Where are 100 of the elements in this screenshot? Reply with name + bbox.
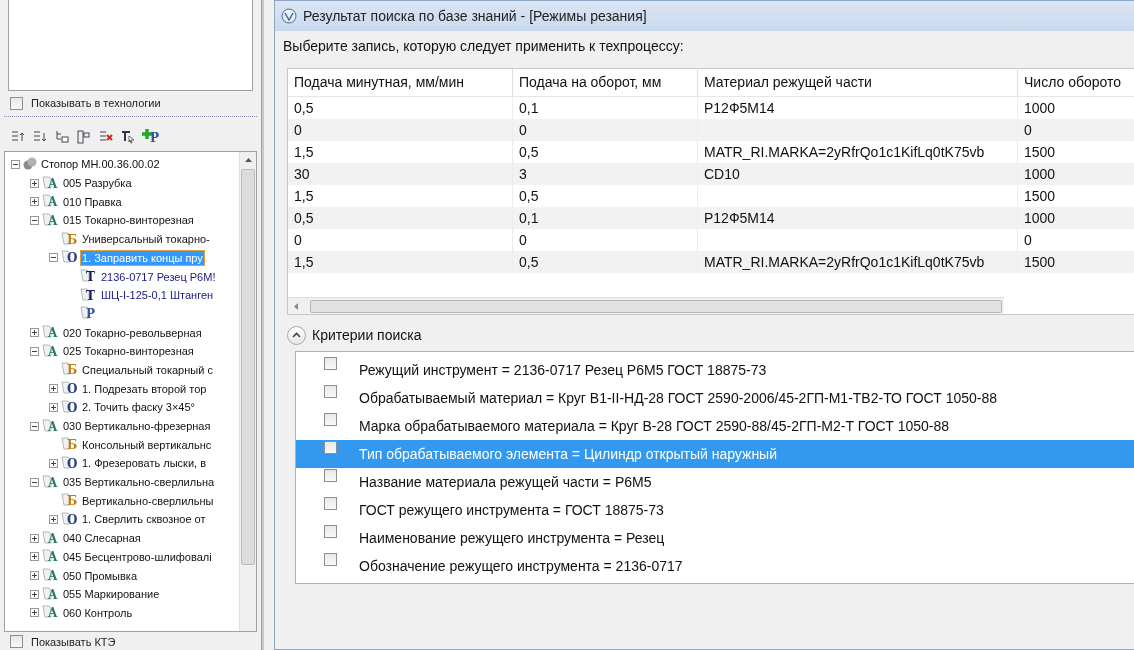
prompt-text: Выберите запись, которую следует применить к техпроцессу: (282, 37, 685, 56)
table-cell-text: 0 (294, 230, 302, 250)
tree-item[interactable]: ШЦ-I-125-0,1 Штанген (100, 288, 215, 303)
app-icon (281, 8, 297, 24)
table-cell-text: 1500 (1024, 186, 1056, 206)
expand-icon[interactable] (30, 178, 39, 188)
table-cell-text: 1000 (1024, 98, 1056, 118)
tree-item[interactable]: 1. Сверлить сквозное от (81, 512, 207, 527)
expand-icon[interactable] (30, 533, 39, 543)
table-cell-text: 0,5 (294, 208, 314, 228)
expand-icon[interactable] (30, 589, 39, 599)
tree-item[interactable]: 030 Вертикально-фрезерная (62, 419, 212, 434)
tree-item[interactable]: 035 Вертикально-сверлильна (62, 475, 216, 490)
scroll-up-icon[interactable] (244, 158, 252, 163)
table-cell-text: CD10 (704, 164, 740, 184)
table-cell-text: 1500 (1024, 142, 1056, 162)
collapse-icon[interactable] (49, 253, 58, 263)
checkbox[interactable] (324, 496, 337, 510)
expand-icon[interactable] (30, 608, 39, 618)
column-header[interactable]: Подача минутная, мм/мин (288, 69, 513, 96)
assembly-icon (23, 157, 37, 172)
expand-icon[interactable] (49, 384, 58, 394)
tree-item[interactable]: 050 Промывка (62, 568, 139, 583)
tree-item[interactable]: 2136-0717 Резец Р6М! (100, 269, 217, 284)
table-cell-text: 0,5 (294, 98, 314, 118)
tree-item[interactable]: Стопор МН.00.36.00.02 (40, 157, 161, 172)
expand-icon[interactable] (49, 514, 58, 524)
table-cell-text: 1000 (1024, 164, 1056, 184)
tree-item[interactable]: 045 Бесцентрово-шлифовалі (62, 549, 213, 564)
tree-item[interactable]: 020 Токарно-револьверная (62, 325, 203, 340)
criteria-row[interactable]: Название материала режущей части = Р6М5 (296, 468, 1134, 496)
expand-icon[interactable] (30, 571, 39, 581)
checkbox[interactable] (324, 384, 337, 398)
table-cell-text: Р12Ф5М14 (704, 98, 775, 118)
table-cell-text: 1,5 (294, 252, 314, 272)
tree-item[interactable]: 2. Точить фаску 3×45° (81, 400, 196, 415)
checkbox[interactable] (10, 635, 23, 649)
column-header[interactable]: Число оборото (1018, 69, 1134, 96)
tree-item[interactable]: 010 Правка (62, 194, 123, 209)
checkbox[interactable] (324, 412, 337, 426)
horizontal-scrollbar[interactable] (288, 297, 1004, 314)
checkbox-label: Показывать КТЭ (31, 634, 116, 650)
scroll-left-icon[interactable] (294, 302, 298, 310)
expand-icon[interactable] (49, 458, 58, 468)
collapse-icon[interactable] (30, 421, 39, 431)
tree-item[interactable]: 015 Токарно-винторезная (62, 213, 195, 228)
criteria-row[interactable]: Режущий инструмент = 2136-0717 Резец Р6М5 ГОСТ 18875-73 (296, 356, 1134, 384)
collapse-icon[interactable] (30, 346, 39, 356)
table-cell-text: 1000 (1024, 208, 1056, 228)
checkbox[interactable] (324, 552, 337, 566)
tree-item[interactable]: Универсальный токарно- (81, 232, 211, 247)
expand-icon[interactable] (30, 552, 39, 562)
tree-item[interactable]: 055 Маркирование (62, 587, 161, 602)
table-cell-text: 1,5 (294, 186, 314, 206)
column-header[interactable]: Подача на оборот, мм (513, 69, 698, 96)
table-cell-text: Р12Ф5М14 (704, 208, 775, 228)
table-cell-text: 0,1 (519, 98, 539, 118)
checkbox[interactable] (324, 440, 337, 454)
table-cell-text: 0,5 (519, 252, 539, 272)
tree-item[interactable]: 005 Разрубка (62, 176, 133, 191)
tree-item[interactable]: 1. Подрезать второй тор (81, 381, 208, 396)
collapse-icon[interactable] (30, 215, 39, 225)
checkbox[interactable] (324, 356, 337, 370)
tree-icon[interactable] (54, 129, 70, 146)
tree-item[interactable]: 1. Фрезеровать лыски, в (81, 456, 208, 471)
checkbox[interactable] (324, 524, 337, 538)
criteria-row[interactable]: Наименование режущего инструмента = Резец (296, 524, 1134, 552)
vertical-scrollbar[interactable] (239, 152, 256, 631)
table-cell-text: 0 (519, 230, 527, 250)
table-cell-text: 3 (519, 164, 527, 184)
criteria-row[interactable]: Марка обрабатываемого материала = Круг В-28 ГОСТ 2590-88/45-2ГП-М2-Т ГОСТ 1050-88 (296, 412, 1134, 440)
cursor-icon[interactable] (120, 129, 136, 146)
tree-item[interactable]: 040 Слесарная (62, 531, 142, 546)
checkbox[interactable] (324, 468, 337, 482)
expand-icon[interactable] (30, 328, 39, 338)
section-title: Критерии поиска (312, 325, 422, 345)
criteria-row[interactable]: ГОСТ режущего инструмента = ГОСТ 18875-73 (296, 496, 1134, 524)
checkbox[interactable] (10, 97, 23, 111)
checkbox-label: Показывать в технологии (31, 96, 161, 112)
criteria-row[interactable]: Обрабатываемый материал = Круг В1-II-НД-28 ГОСТ 2590-2006/45-2ГП-М1-ТВ2-ТО ГОСТ 1050-88 (296, 384, 1134, 412)
table-cell-text: 0 (1024, 120, 1032, 140)
tree-item[interactable]: 060 Контроль (62, 605, 134, 620)
expand-icon[interactable] (30, 197, 39, 207)
list-icon[interactable] (76, 129, 92, 146)
table-cell-text: 0 (294, 120, 302, 140)
tree-item[interactable]: Вертикально-сверлильны (81, 493, 215, 508)
table-cell-text: 30 (294, 164, 310, 184)
collapse-icon[interactable] (11, 159, 20, 169)
criteria-row[interactable]: Обозначение режущего инструмента = 2136-0717 (296, 552, 1134, 580)
table-cell-text: 0 (519, 120, 527, 140)
column-header[interactable]: Материал режущей части (698, 69, 1018, 96)
tree-item[interactable]: Консольный вертикальнс (81, 437, 213, 452)
table-cell-text: 0,5 (519, 142, 539, 162)
table-cell-text: 0,1 (519, 208, 539, 228)
collapse-button[interactable] (287, 325, 306, 345)
tree-item[interactable]: 025 Токарно-винторезная (62, 344, 195, 359)
table-cell-text: 1,5 (294, 142, 314, 162)
tree-item[interactable]: Специальный токарный с (81, 362, 214, 377)
collapse-icon[interactable] (30, 477, 39, 487)
expand-icon[interactable] (49, 402, 58, 412)
